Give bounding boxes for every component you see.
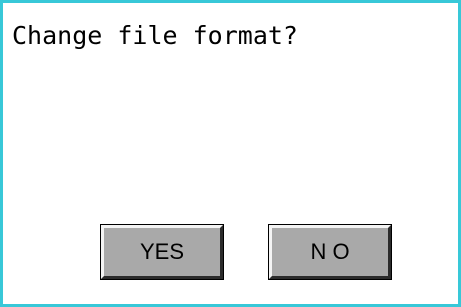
- yes-button-label: YES: [139, 239, 185, 264]
- no-button[interactable]: N O: [268, 224, 392, 280]
- no-button-label: N O: [310, 239, 350, 264]
- confirm-dialog: Change file format? YES N O: [0, 0, 461, 307]
- yes-button[interactable]: YES: [100, 224, 224, 280]
- dialog-message: Change file format?: [12, 21, 298, 50]
